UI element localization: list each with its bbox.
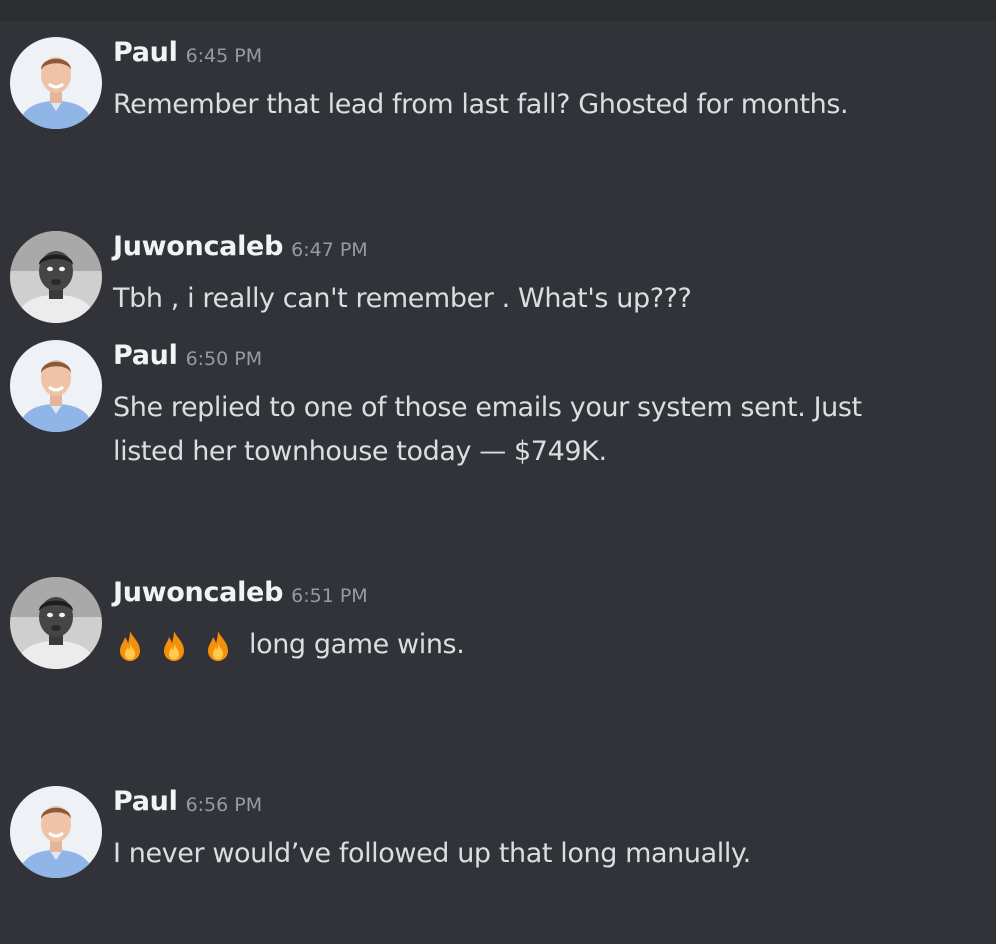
message-content: long game wins.: [113, 623, 973, 667]
message-text-line: She replied to one of those emails your …: [113, 392, 862, 423]
message-text: I never would’ve followed up that long m…: [113, 838, 751, 869]
message-text: Remember that lead from last fall? Ghost…: [113, 89, 849, 120]
timestamp: 6:51 PM: [291, 585, 368, 607]
message-content: She replied to one of those emails your …: [113, 386, 973, 474]
timestamp: 6:56 PM: [185, 794, 263, 816]
emoji-group: [113, 629, 235, 663]
timestamp: 6:50 PM: [185, 348, 263, 370]
username[interactable]: Paul: [113, 340, 178, 371]
avatar-juwoncaleb[interactable]: [10, 577, 102, 669]
message-header: Paul 6:50 PM: [113, 340, 262, 371]
message-content: I never would’ve followed up that long m…: [113, 832, 973, 876]
message-text-line: listed her townhouse today — $749K.: [113, 436, 607, 467]
username[interactable]: Paul: [113, 37, 178, 68]
avatar-paul-icon: [10, 340, 102, 432]
timestamp: 6:47 PM: [291, 239, 368, 261]
top-bar: [0, 0, 996, 21]
message-content: Tbh , i really can't remember . What's u…: [113, 277, 973, 321]
username[interactable]: Juwoncaleb: [113, 577, 283, 608]
fire-icon[interactable]: [113, 629, 147, 663]
avatar-paul-icon: [10, 37, 102, 129]
avatar-paul-icon: [10, 786, 102, 878]
message-text: Tbh , i really can't remember . What's u…: [113, 283, 692, 314]
message-header: Paul 6:45 PM: [113, 37, 262, 68]
avatar-paul[interactable]: [10, 786, 102, 878]
fire-icon[interactable]: [157, 629, 191, 663]
message-header: Juwoncaleb 6:51 PM: [113, 577, 368, 608]
message-content: Remember that lead from last fall? Ghost…: [113, 83, 973, 127]
avatar-juwoncaleb-icon: [10, 231, 102, 323]
avatar-juwoncaleb-icon: [10, 577, 102, 669]
avatar-juwoncaleb[interactable]: [10, 231, 102, 323]
username[interactable]: Paul: [113, 786, 178, 817]
fire-icon[interactable]: [201, 629, 235, 663]
username[interactable]: Juwoncaleb: [113, 231, 283, 262]
avatar-paul[interactable]: [10, 37, 102, 129]
message-header: Juwoncaleb 6:47 PM: [113, 231, 368, 262]
message-header: Paul 6:56 PM: [113, 786, 262, 817]
message-text: long game wins.: [249, 629, 465, 660]
avatar-paul[interactable]: [10, 340, 102, 432]
timestamp: 6:45 PM: [185, 45, 263, 67]
